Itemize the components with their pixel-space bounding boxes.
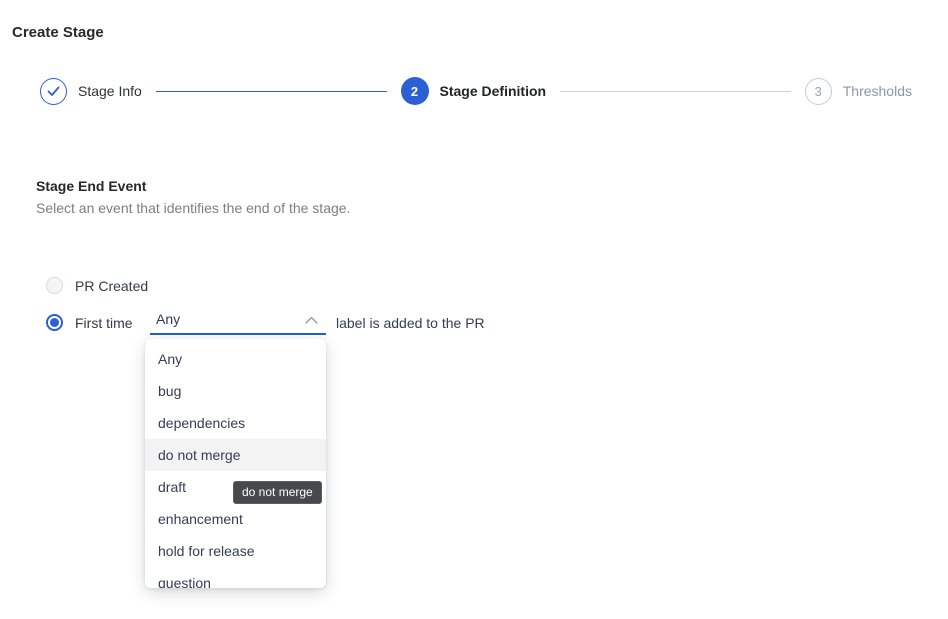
dropdown-option[interactable]: enhancement [145, 503, 326, 535]
stepper-connector-done [156, 91, 387, 92]
stepper-step-stage-definition[interactable]: 2 Stage Definition [401, 77, 547, 105]
step-number-circle: 3 [805, 78, 832, 105]
stepper-step-stage-info[interactable]: Stage Info [40, 78, 142, 105]
dropdown-option-label: dependencies [158, 415, 245, 431]
section-description: Select an event that identifies the end … [36, 200, 350, 216]
dropdown-option-label: do not merge [158, 447, 241, 463]
radio-pr-created[interactable] [46, 277, 63, 294]
dropdown-option-label: draft [158, 479, 186, 495]
stepper-connector-todo [560, 91, 791, 92]
step-label: Stage Definition [440, 83, 547, 99]
dropdown-option[interactable]: dependencies [145, 407, 326, 439]
radio-row-pr-created[interactable]: PR Created [46, 277, 148, 294]
check-icon [47, 86, 60, 97]
step-completed-circle [40, 78, 67, 105]
chevron-up-icon [305, 316, 318, 324]
label-select[interactable]: Any [150, 307, 326, 335]
dropdown-option[interactable]: bug [145, 375, 326, 407]
step-label: Thresholds [843, 83, 912, 99]
stepper-step-thresholds[interactable]: 3 Thresholds [805, 78, 912, 105]
dropdown-option-label: hold for release [158, 543, 255, 559]
dropdown-option-label: bug [158, 383, 181, 399]
step-number-circle: 2 [401, 77, 429, 105]
label-select-value: Any [156, 311, 302, 328]
radio-first-time[interactable] [46, 314, 63, 331]
radio-row-first-time[interactable]: First time [46, 314, 133, 331]
dropdown-option[interactable]: do not merge [145, 439, 326, 471]
section-heading: Stage End Event [36, 178, 146, 194]
dropdown-option-label: Any [158, 351, 182, 367]
label-dropdown-panel: Any bug dependencies do not merge draft … [145, 339, 326, 588]
first-time-suffix-label: label is added to the PR [336, 315, 485, 331]
step-label: Stage Info [78, 83, 142, 99]
dropdown-option[interactable]: question [145, 567, 326, 588]
dropdown-option-label: question [158, 575, 211, 588]
dropdown-option[interactable]: hold for release [145, 535, 326, 567]
radio-label-pr-created: PR Created [75, 278, 148, 294]
dropdown-option[interactable]: Any [145, 343, 326, 375]
radio-label-first-time: First time [75, 315, 133, 331]
stepper: Stage Info 2 Stage Definition 3 Threshol… [40, 77, 912, 105]
page-title: Create Stage [12, 24, 104, 41]
label-tooltip: do not merge [233, 481, 322, 504]
dropdown-option-label: enhancement [158, 511, 243, 527]
